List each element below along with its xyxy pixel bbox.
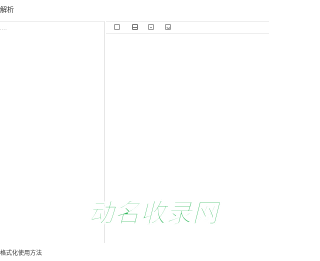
output-toolbar bbox=[106, 21, 269, 34]
watermark-text: 动名收录网 bbox=[88, 199, 222, 228]
input-placeholder: ···· bbox=[0, 27, 8, 32]
copy-icon[interactable] bbox=[114, 24, 120, 30]
format-icon[interactable] bbox=[132, 24, 138, 30]
usage-heading: 格式化使用方法 bbox=[0, 250, 43, 257]
collapse-icon[interactable] bbox=[165, 24, 171, 30]
site-watermark-logo: 动名收录网 bbox=[88, 198, 258, 228]
page-title: 解析 bbox=[0, 6, 14, 14]
title-bar: 解析 bbox=[0, 0, 269, 21]
app-window: 解析 ···· 格式化使用方法 动名收录网 bbox=[0, 0, 269, 261]
compress-icon[interactable] bbox=[148, 24, 154, 30]
